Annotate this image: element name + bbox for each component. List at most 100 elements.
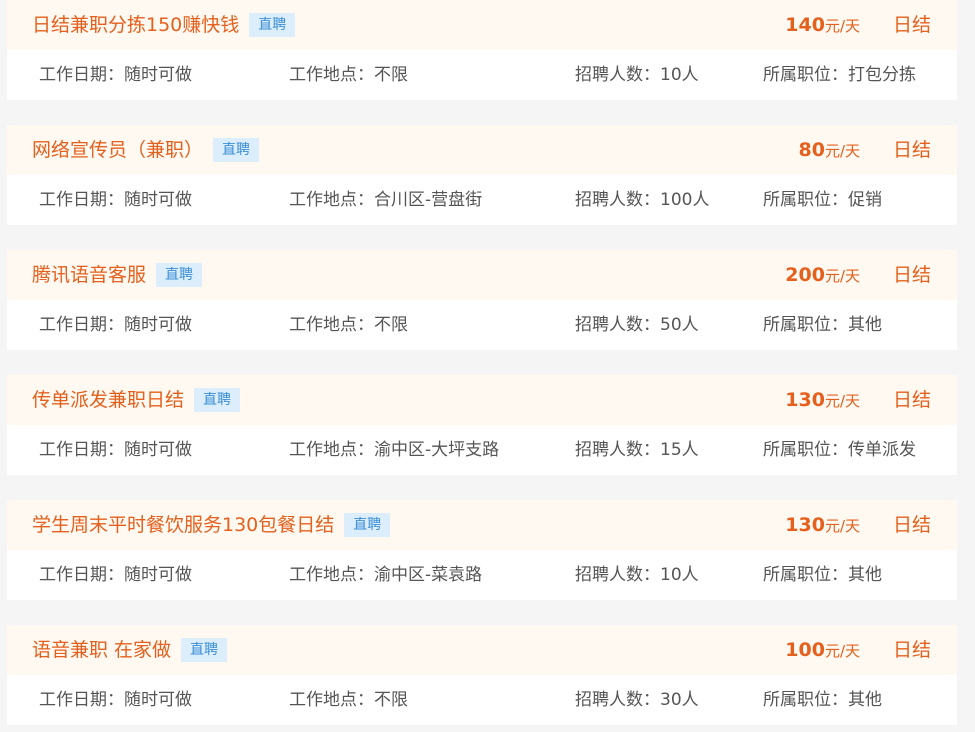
headcount-label: 招聘人数：	[575, 190, 660, 210]
work-date: 工作日期：随时可做	[39, 688, 192, 712]
work-date-value: 随时可做	[124, 440, 192, 460]
work-location: 工作地点：不限	[289, 688, 408, 712]
position-label: 所属职位：	[763, 315, 848, 335]
work-date-value: 随时可做	[124, 65, 192, 85]
headcount-value: 15人	[660, 440, 699, 460]
headcount: 招聘人数：30人	[575, 688, 699, 712]
position-label: 所属职位：	[763, 440, 848, 460]
work-location-value: 渝中区-菜袁路	[374, 565, 483, 585]
position-label: 所属职位：	[763, 190, 848, 210]
salary-unit: 元/天	[824, 392, 860, 410]
direct-hire-badge: 直聘	[194, 388, 241, 412]
position-category: 所属职位：打包分拣	[763, 63, 916, 87]
settlement-type: 日结	[892, 139, 931, 161]
job-header: 语音兼职 在家做 直聘 100元/天 日结	[7, 625, 957, 675]
job-title[interactable]: 传单派发兼职日结	[32, 389, 184, 411]
settlement-type: 日结	[892, 264, 931, 286]
job-card[interactable]: 学生周末平时餐饮服务130包餐日结 直聘 130元/天 日结 工作日期：随时可做 …	[7, 500, 957, 600]
salary-amount: 200	[785, 264, 825, 286]
job-info: 工作日期：随时可做 工作地点：渝中区-大坪支路 招聘人数：15人 所属职位：传单…	[7, 425, 957, 475]
job-title[interactable]: 日结兼职分拣150赚快钱	[32, 14, 239, 36]
position-value: 其他	[848, 690, 882, 710]
work-location: 工作地点：渝中区-大坪支路	[289, 438, 499, 462]
direct-hire-badge: 直聘	[181, 638, 228, 662]
job-title-link[interactable]: 学生周末平时餐饮服务130包餐日结 直聘	[32, 512, 391, 538]
salary-amount: 80	[798, 139, 825, 161]
headcount-label: 招聘人数：	[575, 65, 660, 85]
work-date: 工作日期：随时可做	[39, 438, 192, 462]
job-header: 传单派发兼职日结 直聘 130元/天 日结	[7, 375, 957, 425]
job-header: 腾讯语音客服 直聘 200元/天 日结	[7, 250, 957, 300]
headcount: 招聘人数：10人	[575, 563, 699, 587]
work-location-value: 合川区-营盘街	[374, 190, 483, 210]
work-date-value: 随时可做	[124, 190, 192, 210]
salary: 200元/天	[785, 262, 860, 289]
work-location-value: 不限	[374, 690, 408, 710]
job-header: 学生周末平时餐饮服务130包餐日结 直聘 130元/天 日结	[7, 500, 957, 550]
job-title-link[interactable]: 网络宣传员（兼职） 直聘	[32, 137, 260, 163]
job-card[interactable]: 日结兼职分拣150赚快钱 直聘 140元/天 日结 工作日期：随时可做 工作地点：…	[7, 0, 957, 100]
job-card[interactable]: 网络宣传员（兼职） 直聘 80元/天 日结 工作日期：随时可做 工作地点：合川区-…	[7, 125, 957, 225]
headcount-value: 10人	[660, 65, 699, 85]
job-title-link[interactable]: 传单派发兼职日结 直聘	[32, 387, 241, 413]
salary-amount: 130	[785, 514, 825, 536]
work-location-value: 不限	[374, 65, 408, 85]
position-value: 其他	[848, 315, 882, 335]
salary-amount: 100	[785, 639, 825, 661]
position-label: 所属职位：	[763, 565, 848, 585]
salary: 130元/天	[785, 512, 860, 539]
salary-unit: 元/天	[824, 642, 860, 660]
work-location-label: 工作地点：	[289, 690, 374, 710]
salary-unit: 元/天	[824, 142, 860, 160]
job-title[interactable]: 腾讯语音客服	[32, 264, 146, 286]
headcount-label: 招聘人数：	[575, 565, 660, 585]
position-category: 所属职位：其他	[763, 313, 882, 337]
salary-amount: 130	[785, 389, 825, 411]
work-date-label: 工作日期：	[39, 65, 124, 85]
headcount-label: 招聘人数：	[575, 690, 660, 710]
job-title-link[interactable]: 日结兼职分拣150赚快钱 直聘	[32, 12, 296, 38]
salary: 100元/天	[785, 637, 860, 664]
work-date-value: 随时可做	[124, 565, 192, 585]
headcount: 招聘人数：50人	[575, 313, 699, 337]
job-info: 工作日期：随时可做 工作地点：合川区-营盘街 招聘人数：100人 所属职位：促销	[7, 175, 957, 225]
direct-hire-badge: 直聘	[249, 13, 296, 37]
job-card[interactable]: 语音兼职 在家做 直聘 100元/天 日结 工作日期：随时可做 工作地点：不限 招…	[7, 625, 957, 725]
salary-unit: 元/天	[824, 517, 860, 535]
job-info: 工作日期：随时可做 工作地点：不限 招聘人数：10人 所属职位：打包分拣	[7, 50, 957, 100]
job-title[interactable]: 学生周末平时餐饮服务130包餐日结	[32, 514, 334, 536]
job-card[interactable]: 腾讯语音客服 直聘 200元/天 日结 工作日期：随时可做 工作地点：不限 招聘人…	[7, 250, 957, 350]
work-date-label: 工作日期：	[39, 315, 124, 335]
position-value: 其他	[848, 565, 882, 585]
job-title[interactable]: 语音兼职 在家做	[32, 639, 171, 661]
headcount-value: 50人	[660, 315, 699, 335]
salary-unit: 元/天	[824, 17, 860, 35]
position-label: 所属职位：	[763, 690, 848, 710]
position-value: 打包分拣	[848, 65, 916, 85]
job-title[interactable]: 网络宣传员（兼职）	[32, 139, 203, 161]
headcount: 招聘人数：15人	[575, 438, 699, 462]
settlement-type: 日结	[892, 14, 931, 36]
work-location-label: 工作地点：	[289, 315, 374, 335]
work-date-value: 随时可做	[124, 315, 192, 335]
job-title-link[interactable]: 语音兼职 在家做 直聘	[32, 637, 228, 663]
work-location-label: 工作地点：	[289, 565, 374, 585]
position-value: 促销	[848, 190, 882, 210]
work-location: 工作地点：不限	[289, 313, 408, 337]
headcount: 招聘人数：100人	[575, 188, 709, 212]
work-date-label: 工作日期：	[39, 440, 124, 460]
position-category: 所属职位：其他	[763, 688, 882, 712]
salary: 130元/天	[785, 387, 860, 414]
work-location: 工作地点：渝中区-菜袁路	[289, 563, 482, 587]
position-category: 所属职位：传单派发	[763, 438, 916, 462]
headcount-label: 招聘人数：	[575, 440, 660, 460]
direct-hire-badge: 直聘	[213, 138, 260, 162]
work-location-label: 工作地点：	[289, 65, 374, 85]
job-header: 日结兼职分拣150赚快钱 直聘 140元/天 日结	[7, 0, 957, 50]
direct-hire-badge: 直聘	[344, 513, 391, 537]
work-date-label: 工作日期：	[39, 690, 124, 710]
work-location-label: 工作地点：	[289, 440, 374, 460]
job-card[interactable]: 传单派发兼职日结 直聘 130元/天 日结 工作日期：随时可做 工作地点：渝中区-…	[7, 375, 957, 475]
salary: 80元/天	[798, 137, 860, 164]
job-title-link[interactable]: 腾讯语音客服 直聘	[32, 262, 203, 288]
